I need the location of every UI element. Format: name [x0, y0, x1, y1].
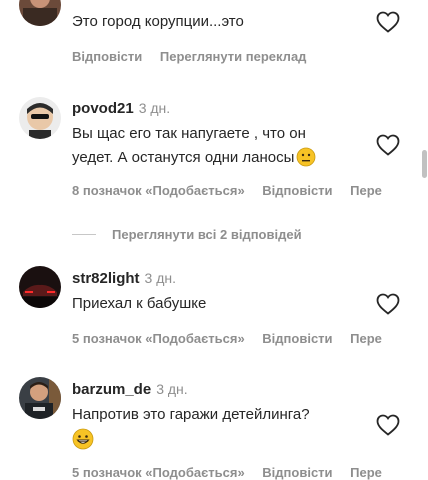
comment-username[interactable]: str82light [72, 270, 140, 287]
divider [72, 234, 96, 235]
avatar[interactable] [19, 0, 61, 26]
view-replies-label: Переглянути всі 2 відповідей [112, 227, 302, 242]
view-replies-button[interactable]: Переглянути всі 2 відповідей [72, 227, 302, 242]
likes-count-link[interactable]: 8 позначок «Подобається» [72, 183, 245, 198]
comment-time[interactable]: 3 дн. [145, 270, 176, 286]
comment-text-line: Вы щас его так напугаете , что он [72, 125, 306, 142]
heart-icon[interactable] [376, 414, 400, 436]
heart-icon[interactable] [376, 134, 400, 156]
comment-text: Приехал к бабушке [72, 295, 207, 312]
heart-icon[interactable] [376, 293, 400, 315]
reply-link[interactable]: Відповісти [262, 331, 332, 346]
comment-text-line: уедет. А останутся одни ланосы [72, 146, 316, 170]
comment-actions: 8 позначок «Подобається» Відповісти Пере [72, 183, 396, 198]
comment-actions: 5 позначок «Подобається» Відповісти Пере [72, 331, 396, 346]
avatar[interactable] [19, 377, 61, 419]
see-translation-link[interactable]: Пере [350, 183, 382, 198]
comment-actions: Відповісти Переглянути переклад [72, 49, 320, 64]
comment-username[interactable]: barzum_de [72, 381, 151, 398]
comment-text: Это город корупции...это [72, 13, 244, 30]
avatar[interactable] [19, 266, 61, 308]
confused-face-emoji [297, 147, 316, 166]
comment-time[interactable]: 3 дн. [156, 381, 187, 397]
see-translation-link[interactable]: Переглянути переклад [160, 49, 307, 64]
likes-count-link[interactable]: 5 позначок «Подобається» [72, 331, 245, 346]
avatar[interactable] [19, 97, 61, 139]
comment-text: Напротив это гаражи детейлинга? [72, 406, 310, 423]
scrollbar-thumb[interactable] [422, 150, 427, 178]
comment-header: str82light 3 дн. [72, 270, 176, 287]
comment-header: barzum_de 3 дн. [72, 381, 188, 398]
comment-time[interactable]: 3 дн. [139, 100, 170, 116]
comment-header: povod21 3 дн. [72, 100, 170, 117]
reply-link[interactable]: Відповісти [72, 49, 142, 64]
heart-icon[interactable] [376, 11, 400, 33]
reply-link[interactable]: Відповісти [262, 183, 332, 198]
comment-username[interactable]: povod21 [72, 100, 134, 117]
comment-text: Вы щас его так напугаете , что он уедет.… [72, 122, 316, 170]
see-translation-link[interactable]: Пере [350, 331, 382, 346]
grinning-face-emoji [72, 428, 94, 450]
